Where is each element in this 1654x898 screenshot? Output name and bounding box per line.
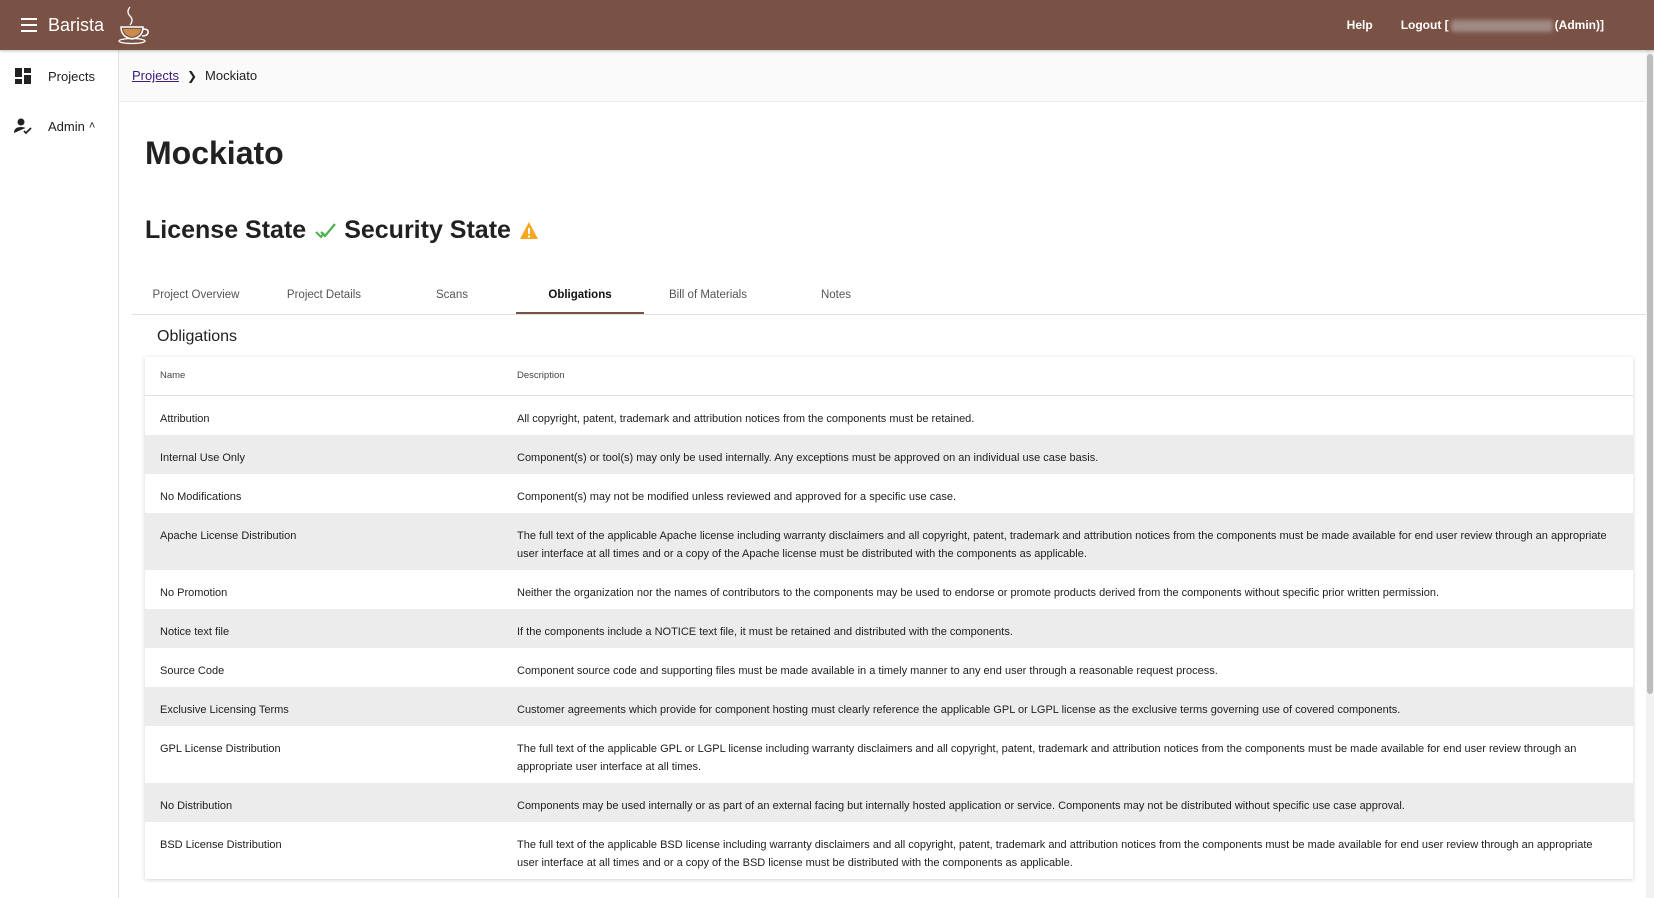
obligation-description: Component(s) or tool(s) may only be used… — [517, 434, 1633, 474]
tab-project-details[interactable]: Project Details — [260, 278, 388, 314]
tab-notes[interactable]: Notes — [772, 278, 900, 314]
tab-bill-of-materials[interactable]: Bill of Materials — [644, 278, 772, 314]
breadcrumb-projects-link[interactable]: Projects — [132, 68, 179, 83]
obligation-name: No Modifications — [160, 490, 242, 503]
obligation-name: Notice text file — [145, 608, 517, 648]
table-row[interactable]: Internal Use Only Component(s) or tool(s)… — [145, 434, 1633, 474]
obligation-name: Apache License Distribution — [145, 512, 517, 570]
top-app-bar: Barista Help Logout [ (Admin)] — [0, 0, 1654, 50]
obligation-name: Attribution — [160, 412, 210, 425]
license-state-label: License State — [145, 216, 307, 244]
obligation-description: The full text of the applicable BSD lice… — [517, 838, 1593, 869]
obligation-description: Customer agreements which provide for co… — [517, 686, 1633, 726]
redacted-username — [1450, 19, 1553, 32]
app-name[interactable]: Barista — [48, 15, 104, 36]
sidebar-item-admin[interactable]: Admin ˄ — [0, 101, 118, 151]
obligation-description: The full text of the applicable GPL or L… — [517, 742, 1577, 773]
table-row[interactable]: Attribution All copyright, patent, tradem… — [145, 395, 1633, 435]
logout-role: (Admin)] — [1554, 18, 1604, 32]
chevron-right-icon: ❯ — [186, 68, 198, 83]
logout-link[interactable]: Logout [ (Admin)] — [1401, 18, 1604, 32]
obligation-description: Components may be used internally or as … — [517, 782, 1633, 822]
obligation-description: All copyright, patent, trademark and att… — [517, 412, 975, 425]
table-row[interactable]: No Distribution Components may be used in… — [145, 782, 1633, 822]
obligations-table: Name Description Attribution All copyrigh… — [145, 357, 1633, 879]
sidebar-item-projects[interactable]: Projects — [0, 51, 118, 101]
obligation-name: Source Code — [160, 664, 225, 677]
admin-user-icon — [14, 118, 32, 135]
obligation-name: GPL License Distribution — [160, 742, 281, 755]
breadcrumb: Projects ❯ Mockiato — [119, 50, 1654, 102]
table-row[interactable]: Notice text file If the components includ… — [145, 608, 1633, 648]
obligation-name: No Distribution — [145, 782, 517, 822]
security-state-label: Security State — [344, 216, 511, 244]
obligation-description: The full text of the applicable Apache l… — [517, 512, 1633, 570]
warning-icon — [519, 221, 538, 239]
table-row[interactable]: Apache License Distribution The full text… — [145, 512, 1633, 570]
page-title: Mockiato — [145, 135, 284, 171]
obligation-name: BSD License Distribution — [160, 838, 282, 851]
table-body: Attribution All copyright, patent, tradem… — [145, 395, 1633, 879]
help-link[interactable]: Help — [1347, 18, 1373, 32]
check-icon — [315, 222, 337, 239]
column-header-description[interactable]: Description — [517, 357, 1633, 396]
hamburger-menu-icon[interactable] — [18, 14, 40, 36]
table-row[interactable]: Source Code Component source code and sup… — [145, 648, 1633, 687]
scrollbar-thumb[interactable] — [1647, 54, 1653, 694]
project-tabs: Project Overview Project Details Scans O… — [132, 278, 1647, 315]
chevron-up-icon: ˄ — [88, 120, 96, 132]
sidebar: Projects Admin ˄ — [0, 50, 119, 898]
obligation-description: Neither the organization nor the names o… — [517, 586, 1440, 599]
table-header-row: Name Description — [145, 357, 1633, 396]
column-header-name[interactable]: Name — [145, 357, 517, 396]
obligation-name: Internal Use Only — [145, 434, 517, 474]
table-row[interactable]: GPL License Distribution The full text of… — [145, 726, 1633, 783]
breadcrumb-current: Mockiato — [205, 68, 258, 83]
section-title: Obligations — [157, 328, 238, 345]
obligation-description: If the components include a NOTICE text … — [517, 608, 1633, 648]
sidebar-item-label: Projects — [48, 68, 95, 84]
obligation-description: Component(s) may not be modified unless … — [517, 490, 957, 503]
obligation-description: Component source code and supporting fil… — [517, 664, 1218, 677]
obligation-name: Exclusive Licensing Terms — [145, 686, 517, 726]
tab-project-overview[interactable]: Project Overview — [132, 278, 260, 314]
table-row[interactable]: No Modifications Component(s) may not be … — [145, 474, 1633, 513]
sidebar-item-label: Admin — [48, 118, 85, 134]
table-row[interactable]: BSD License Distribution The full text of… — [145, 822, 1633, 879]
obligation-name: No Promotion — [160, 586, 228, 599]
coffee-cup-logo-icon — [118, 6, 149, 45]
tab-obligations[interactable]: Obligations — [516, 278, 644, 314]
table-row[interactable]: Exclusive Licensing Terms Customer agreem… — [145, 686, 1633, 726]
page-scrollbar[interactable] — [1646, 50, 1654, 898]
table-row[interactable]: No Promotion Neither the organization nor… — [145, 570, 1633, 609]
dashboard-icon — [15, 68, 31, 84]
logout-label: Logout [ — [1400, 18, 1449, 32]
project-states: License State Security State — [145, 216, 539, 245]
tab-scans[interactable]: Scans — [388, 278, 516, 314]
